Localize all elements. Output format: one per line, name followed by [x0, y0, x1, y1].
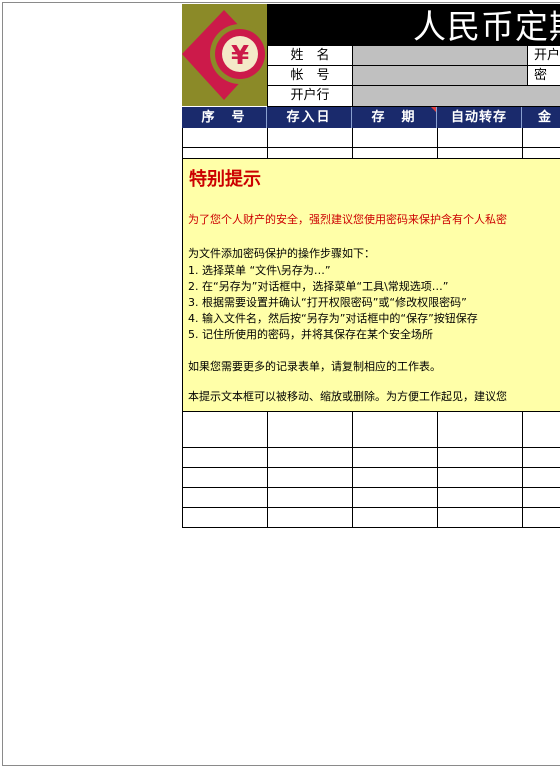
special-notice-textbox[interactable]: 特别提示 为了您个人财产的安全，强烈建议您使用密码来保护含有个人私密 为文件添加…	[182, 158, 560, 412]
step-item: 4. 输入文件名，然后按“另存为”对话框中的“保存”按钮保存	[188, 312, 478, 325]
notice-title: 特别提示	[189, 169, 261, 190]
step-item: 3. 根据需要设置并确认“打开权限密码”或“修改权限密码”	[188, 296, 467, 309]
step-item: 1. 选择菜单 “文件\另存为…”	[188, 264, 331, 277]
account-field[interactable]	[352, 65, 528, 86]
yuan-logo-icon: ¥	[182, 10, 267, 100]
table-row[interactable]	[182, 428, 560, 448]
step-item: 5. 记住所使用的密码，并将其保存在某个安全场所	[188, 328, 433, 341]
steps-intro: 为文件添加密码保护的操作步骤如下：	[188, 247, 375, 260]
step-item: 2. 在“另存为”对话框中，选择菜单“工具\常规选项…”	[188, 280, 449, 293]
col-index: 序 号	[182, 107, 267, 128]
textbox-tip: 本提示文本框可以被移动、缩放或删除。为方便工作起见，建议您	[188, 390, 507, 403]
table-row[interactable]	[182, 488, 560, 508]
title-bar: 人民币定期存款	[267, 4, 560, 46]
col-term: 存 期	[352, 107, 437, 128]
form-title: 人民币定期存款	[413, 7, 560, 46]
comment-marker	[431, 107, 436, 112]
col-amount: 金	[538, 110, 554, 125]
password-label: 密	[527, 65, 560, 86]
col-deposit-date: 存入日	[267, 107, 352, 128]
bank-logo: ¥	[182, 4, 267, 106]
name-label: 姓 名	[267, 45, 353, 66]
bank-label: 开户行	[267, 85, 353, 107]
security-warning: 为了您个人财产的安全，强烈建议您使用密码来保护含有个人私密	[188, 213, 507, 226]
table-row[interactable]	[182, 448, 560, 468]
name-field[interactable]	[352, 45, 528, 66]
bank-field[interactable]	[352, 85, 560, 107]
table-row[interactable]	[182, 468, 560, 488]
table-header: 序 号 存入日 存 期 自动转存 金	[182, 107, 560, 128]
table-row[interactable]	[182, 128, 560, 148]
copy-sheet-tip: 如果您需要更多的记录表单，请复制相应的工作表。	[188, 360, 441, 373]
logo-symbol: ¥	[231, 41, 249, 71]
table-row[interactable]	[182, 508, 560, 528]
account-label: 帐 号	[267, 65, 353, 86]
open-date-label: 开户	[527, 45, 560, 66]
col-auto-renew: 自动转存	[437, 107, 522, 128]
